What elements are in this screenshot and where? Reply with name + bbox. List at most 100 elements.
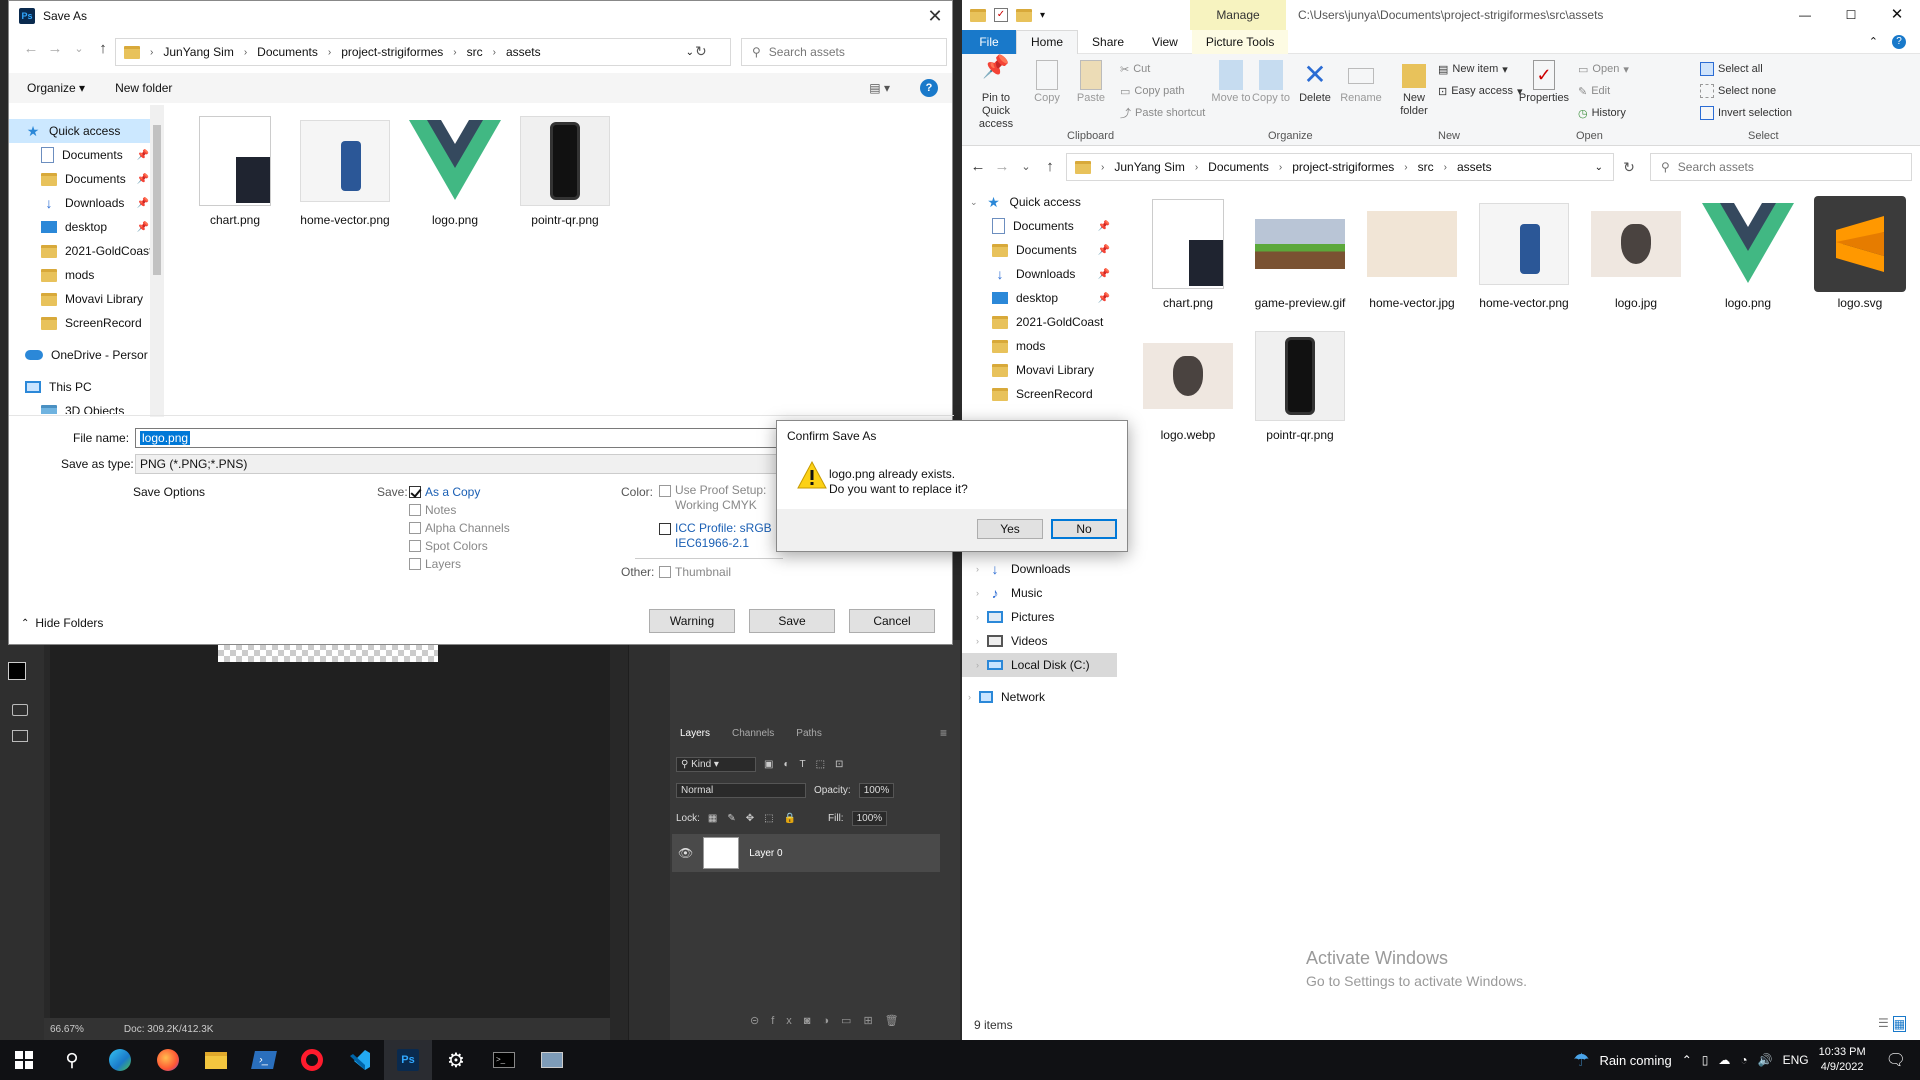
blend-mode-select[interactable]: Normal [676, 782, 806, 798]
invert-selection-button[interactable]: Invert selection [1700, 104, 1792, 122]
file-item[interactable]: home-vector.png [1474, 198, 1574, 311]
zoom-level[interactable]: 66.67% [50, 1024, 84, 1035]
nav-item-mods[interactable]: mods [9, 263, 159, 287]
refresh-icon[interactable]: ↻ [695, 43, 707, 60]
volume-icon[interactable]: 🔊 [1758, 1053, 1773, 1067]
nav-item-movavi-library[interactable]: Movavi Library [9, 287, 159, 311]
tab-picture-tools[interactable]: Picture Tools [1191, 29, 1289, 54]
vscode-icon[interactable] [336, 1040, 384, 1080]
nav-item-screenrecord[interactable]: ScreenRecord [9, 311, 159, 335]
icc-profile-checkbox[interactable]: ICC Profile: sRGB IEC61966-2.1 [659, 521, 772, 551]
customize-toolbar-icon[interactable]: ▾ [1040, 10, 1045, 21]
search-input[interactable]: ⚲ Search assets [741, 38, 947, 66]
notes-checkbox[interactable]: Notes [409, 501, 510, 519]
refresh-icon[interactable]: ↻ [1614, 159, 1644, 176]
weather-text[interactable]: Rain coming [1599, 1053, 1671, 1068]
as-a-copy-checkbox[interactable]: As a Copy [409, 483, 510, 501]
file-item[interactable]: pointr-qr.png [1250, 330, 1350, 443]
panel-menu-icon[interactable]: ≡ [940, 726, 947, 740]
breadcrumb-item[interactable]: Documents [1208, 160, 1269, 174]
pin-quick-access-button[interactable]: 📌 Pin to Quick access [968, 56, 1024, 131]
up-icon[interactable]: ↑ [1040, 157, 1060, 177]
copy-to-button[interactable]: Copy to [1248, 60, 1294, 105]
new-item-button[interactable]: ▤ New item ▾ [1438, 60, 1508, 78]
file-item[interactable]: game-preview.gif [1250, 198, 1350, 311]
spot-colors-checkbox[interactable]: Spot Colors [409, 537, 510, 555]
tab-home[interactable]: Home [1016, 29, 1079, 54]
no-button[interactable]: No [1051, 519, 1117, 539]
nav-item-local-disk[interactable]: › Local Disk (C:) [962, 653, 1117, 677]
powershell-icon[interactable]: ›_ [240, 1040, 288, 1080]
settings-gear-icon[interactable]: ⚙ [432, 1040, 480, 1080]
breadcrumb-item[interactable]: JunYang Sim [1114, 160, 1184, 174]
address-dropdown-icon[interactable]: ⌄ [1595, 162, 1603, 173]
layer-row[interactable]: 👁 Layer 0 [672, 834, 940, 872]
lock-icons[interactable]: ▦✎✥⬚🔒 [708, 813, 806, 824]
file-item[interactable]: home-vector.png [295, 115, 395, 228]
manage-tab[interactable]: Manage [1190, 0, 1286, 30]
warning-button[interactable]: Warning [649, 609, 735, 633]
copy-button[interactable]: Copy [1024, 60, 1070, 105]
edit-button[interactable]: ✎ Edit [1578, 82, 1610, 100]
cancel-button[interactable]: Cancel [849, 609, 935, 633]
maximize-icon[interactable]: ☐ [1828, 0, 1874, 30]
nav-item-onedrive[interactable]: OneDrive - Persor [9, 343, 159, 367]
nav-item-screenrecord[interactable]: ScreenRecord [962, 382, 1120, 406]
file-item[interactable]: pointr-qr.png [515, 115, 615, 228]
search-input[interactable]: ⚲ Search assets [1650, 153, 1912, 181]
breadcrumb-item[interactable]: project-strigiformes [341, 45, 443, 59]
properties-icon[interactable]: ✓ [994, 8, 1008, 22]
nav-item-desktop[interactable]: desktop 📌 [9, 215, 159, 239]
yes-button[interactable]: Yes [977, 519, 1043, 539]
open-button[interactable]: ▭ Open ▾ [1578, 60, 1629, 78]
breadcrumb-item[interactable]: Documents [257, 45, 318, 59]
fill-input[interactable]: 100% [851, 810, 888, 826]
firefox-icon[interactable] [144, 1040, 192, 1080]
document-canvas[interactable] [218, 644, 438, 662]
nav-item-desktop[interactable]: desktop 📌 [962, 286, 1120, 310]
layer-name[interactable]: Layer 0 [749, 848, 782, 859]
notifications-icon[interactable]: 🗨 [1886, 1050, 1906, 1070]
opacity-input[interactable]: 100% [858, 782, 895, 798]
nav-item-mods[interactable]: mods [962, 334, 1120, 358]
delete-button[interactable]: ✕ Delete [1292, 60, 1338, 105]
use-proof-setup-checkbox[interactable]: Use Proof Setup: Working CMYK [659, 483, 766, 513]
tab-file[interactable]: File [962, 29, 1016, 54]
nav-item-network[interactable]: › Network [962, 685, 1122, 709]
nav-item-downloads[interactable]: ↓ Downloads 📌 [9, 191, 159, 215]
start-button[interactable] [0, 1040, 48, 1080]
file-explorer-icon[interactable] [192, 1040, 240, 1080]
nav-item-2021-goldcoast[interactable]: 2021-GoldCoast [962, 310, 1120, 334]
layer-kind-filter[interactable]: ⚲ Kind ▾ [676, 756, 756, 772]
help-icon[interactable]: ? [920, 79, 938, 97]
tab-layers[interactable]: Layers [680, 728, 710, 739]
tab-view[interactable]: View [1138, 30, 1192, 54]
nav-item-documents[interactable]: Documents 📌 [9, 143, 159, 167]
layer-footer-icons[interactable]: ⊝fx◙◑▭⊞🗑 [750, 1014, 911, 1027]
forward-icon[interactable]: → [992, 157, 1012, 177]
file-item[interactable]: logo.jpg [1586, 198, 1686, 311]
weather-umbrella-icon[interactable]: ☂ [1573, 1050, 1589, 1071]
chevron-up-icon[interactable]: ⌃ [1682, 1053, 1692, 1067]
recent-chevron-icon[interactable]: ⌄ [1016, 157, 1036, 177]
layers-checkbox[interactable]: Layers [409, 555, 510, 573]
address-bar[interactable]: › JunYang Sim › Documents › project-stri… [1066, 153, 1614, 181]
tab-channels[interactable]: Channels [732, 728, 774, 739]
file-name-input[interactable]: logo.png [135, 428, 785, 448]
nav-item-documents[interactable]: Documents 📌 [962, 214, 1120, 238]
properties-button[interactable]: ✓ Properties [1514, 60, 1574, 105]
easy-access-button[interactable]: ⊡ Easy access ▾ [1438, 82, 1523, 100]
language-indicator[interactable]: ENG [1783, 1053, 1809, 1067]
history-button[interactable]: ◷ History [1578, 104, 1626, 122]
breadcrumb-item[interactable]: assets [506, 45, 541, 59]
nav-item-videos[interactable]: › Videos [962, 629, 1122, 653]
file-item[interactable]: logo.svg [1810, 196, 1910, 311]
nav-item-music[interactable]: › ♪ Music [962, 581, 1122, 605]
wifi-icon[interactable]: ◔ [1740, 1053, 1747, 1067]
breadcrumb-item[interactable]: JunYang Sim [163, 45, 233, 59]
file-item[interactable]: home-vector.jpg [1362, 198, 1462, 311]
select-all-button[interactable]: Select all [1700, 60, 1763, 78]
paste-button[interactable]: Paste [1068, 60, 1114, 105]
forward-icon[interactable]: → [45, 39, 65, 59]
screen-mode-icon[interactable] [12, 730, 28, 742]
